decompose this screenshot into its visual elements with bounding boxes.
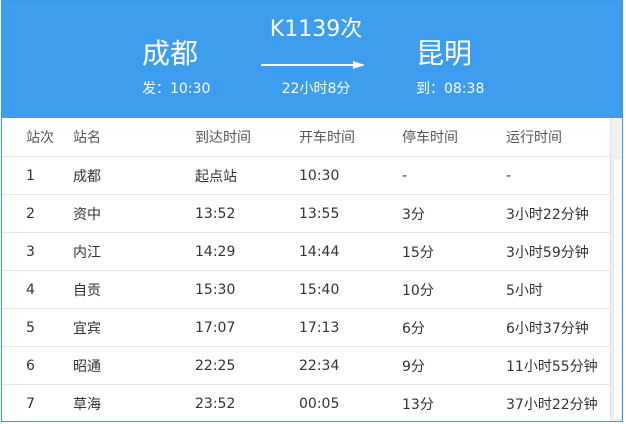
cell-run-time: 3小时22分钟	[506, 194, 610, 233]
cell-index: 5	[2, 308, 73, 347]
cell-arrival: 23:52	[195, 384, 299, 421]
table-row: 6 昭通 22:25 22:34 9分 11小时55分钟	[2, 346, 610, 385]
cell-departure: 00:05	[299, 384, 402, 421]
cell-stop-duration: -	[402, 156, 506, 195]
cell-run-time: 5小时	[506, 270, 610, 309]
table-header-row: 站次 站名 到达时间 开车时间 停车时间 运行时间	[2, 118, 610, 157]
column-header-stop-duration: 停车时间	[402, 118, 506, 157]
cell-stop-duration: 10分	[402, 270, 506, 309]
scrollbar-thumb[interactable]	[613, 158, 622, 420]
cell-run-time: 11小时55分钟	[506, 346, 610, 385]
cell-stop-duration: 6分	[402, 308, 506, 347]
cell-departure: 13:55	[299, 194, 402, 233]
cell-arrival: 22:25	[195, 346, 299, 385]
column-header-arrival: 到达时间	[195, 118, 299, 157]
cell-departure: 22:34	[299, 346, 402, 385]
stops-table: 站次 站名 到达时间 开车时间 停车时间 运行时间 1 成都 起点站 10:30…	[2, 118, 610, 421]
cell-arrival: 起点站	[195, 156, 299, 195]
travel-duration: 22小时8分	[281, 81, 351, 97]
arrow-right-icon	[261, 61, 365, 69]
train-number: K1139次	[269, 17, 363, 42]
cell-stop-duration: 15分	[402, 232, 506, 271]
cell-run-time: 37小时22分钟	[506, 384, 610, 421]
table-row: 3 内江 14:29 14:44 15分 3小时59分钟	[2, 232, 610, 271]
stops-table-container: 站次 站名 到达时间 开车时间 停车时间 运行时间 1 成都 起点站 10:30…	[2, 118, 610, 421]
cell-station: 昭通	[73, 346, 195, 385]
cell-run-time: 6小时37分钟	[506, 308, 610, 347]
train-schedule-panel: 成都 发：10:30 K1139次 22小时8分 昆明 到：08:38 站次 站…	[1, 0, 623, 422]
cell-station: 资中	[73, 194, 195, 233]
column-header-index: 站次	[2, 118, 73, 157]
cell-station: 自贡	[73, 270, 195, 309]
table-row: 7 草海 23:52 00:05 13分 37小时22分钟	[2, 384, 610, 421]
from-station: 成都	[142, 37, 199, 70]
cell-arrival: 13:52	[195, 194, 299, 233]
cell-departure: 14:44	[299, 232, 402, 271]
depart-time: 发：10:30	[142, 81, 211, 97]
cell-run-time: -	[506, 156, 610, 195]
cell-index: 6	[2, 346, 73, 385]
column-header-departure: 开车时间	[299, 118, 402, 157]
route-header: 成都 发：10:30 K1139次 22小时8分 昆明 到：08:38	[2, 1, 622, 118]
cell-stop-duration: 9分	[402, 346, 506, 385]
cell-stop-duration: 13分	[402, 384, 506, 421]
table-row: 4 自贡 15:30 15:40 10分 5小时	[2, 270, 610, 309]
cell-index: 7	[2, 384, 73, 421]
cell-index: 3	[2, 232, 73, 271]
cell-arrival: 15:30	[195, 270, 299, 309]
cell-station: 草海	[73, 384, 195, 421]
cell-run-time: 3小时59分钟	[506, 232, 610, 271]
arrive-time: 到：08:38	[416, 81, 485, 97]
to-station: 昆明	[416, 37, 473, 70]
table-row: 5 宜宾 17:07 17:13 6分 6小时37分钟	[2, 308, 610, 347]
cell-departure: 10:30	[299, 156, 402, 195]
cell-arrival: 14:29	[195, 232, 299, 271]
column-header-run-time: 运行时间	[506, 118, 610, 157]
table-row: 2 资中 13:52 13:55 3分 3小时22分钟	[2, 194, 610, 233]
cell-index: 1	[2, 156, 73, 195]
cell-departure: 17:13	[299, 308, 402, 347]
cell-stop-duration: 3分	[402, 194, 506, 233]
cell-departure: 15:40	[299, 270, 402, 309]
cell-index: 4	[2, 270, 73, 309]
cell-arrival: 17:07	[195, 308, 299, 347]
cell-station: 成都	[73, 156, 195, 195]
cell-station: 内江	[73, 232, 195, 271]
cell-station: 宜宾	[73, 308, 195, 347]
cell-index: 2	[2, 194, 73, 233]
vertical-scrollbar[interactable]	[610, 118, 622, 421]
table-row: 1 成都 起点站 10:30 - -	[2, 156, 610, 195]
column-header-station: 站名	[73, 118, 195, 157]
